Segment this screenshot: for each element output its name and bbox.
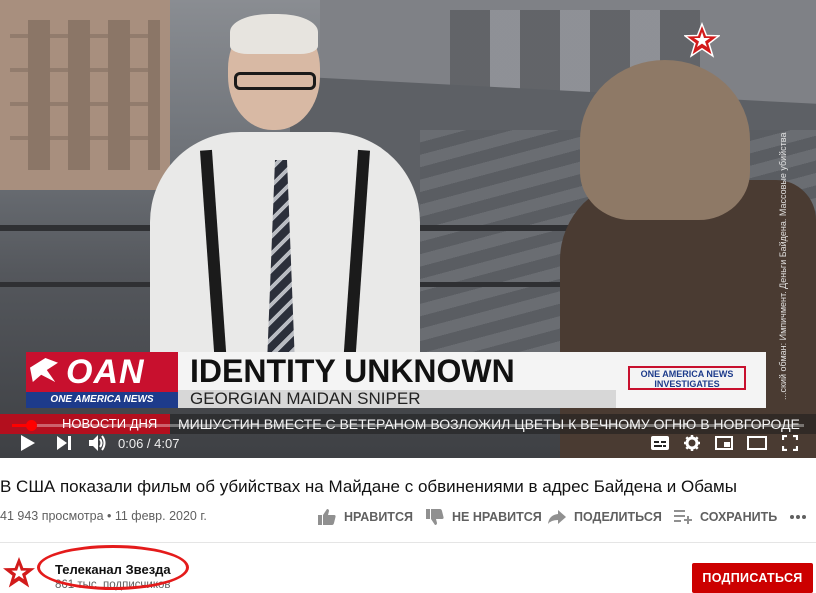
thumbs-up-icon bbox=[318, 509, 336, 525]
subscriber-count: 861 тыс. подписчиков bbox=[55, 579, 171, 591]
video-title: В США показали фильм об убийствах на Май… bbox=[0, 477, 737, 496]
fullscreen-icon bbox=[782, 435, 798, 451]
player-controls: 0:06 / 4:07 bbox=[0, 430, 816, 456]
like-label: НРАВИТСЯ bbox=[344, 510, 413, 524]
video-player[interactable]: ...ский обман: Импичмент. Деньги Байдена… bbox=[0, 0, 816, 458]
share-button[interactable]: ПОДЕЛИТЬСЯ bbox=[548, 505, 662, 529]
next-icon bbox=[57, 436, 71, 450]
oan-logo-text: OAN bbox=[66, 353, 145, 391]
video-meta: 41 943 просмотра • 11 февр. 2020 г. bbox=[0, 509, 207, 523]
subscribe-button[interactable]: ПОДПИСАТЬСЯ bbox=[692, 563, 813, 593]
thumbs-down-icon bbox=[426, 509, 444, 525]
video-subject-man bbox=[150, 10, 420, 392]
volume-icon bbox=[89, 435, 106, 451]
share-label: ПОДЕЛИТЬСЯ bbox=[574, 510, 662, 524]
share-icon bbox=[548, 510, 566, 524]
dislike-button[interactable]: НЕ НРАВИТСЯ bbox=[426, 505, 542, 529]
channel-side-caption: ...ский обман: Импичмент. Деньги Байдена… bbox=[778, 132, 788, 400]
more-actions-button[interactable] bbox=[790, 505, 814, 529]
theater-mode-button[interactable] bbox=[744, 432, 770, 454]
miniplayer-icon bbox=[715, 436, 733, 450]
show-badge-text: ONE AMERICA NEWS INVESTIGATES bbox=[628, 366, 746, 390]
mute-button[interactable] bbox=[86, 432, 110, 454]
playlist-add-icon bbox=[674, 510, 692, 524]
miniplayer-button[interactable] bbox=[712, 432, 736, 454]
section-divider bbox=[0, 542, 816, 543]
background-building-left bbox=[0, 0, 170, 190]
network-name: ONE AMERICA NEWS bbox=[26, 392, 178, 408]
theater-icon bbox=[747, 436, 767, 450]
settings-icon bbox=[684, 435, 700, 451]
like-button[interactable]: НРАВИТСЯ bbox=[318, 505, 413, 529]
progress-bar[interactable] bbox=[12, 420, 804, 431]
eagle-icon bbox=[30, 358, 58, 382]
play-button[interactable] bbox=[16, 432, 40, 454]
fullscreen-button[interactable] bbox=[778, 432, 802, 454]
lower-third-subheadline: GEORGIAN MAIDAN SNIPER bbox=[178, 390, 616, 408]
channel-avatar[interactable] bbox=[2, 556, 36, 590]
oan-logo: OAN ONE AMERICA NEWS bbox=[26, 352, 178, 408]
lower-third-headline: IDENTITY UNKNOWN bbox=[178, 352, 616, 390]
subtitles-icon bbox=[651, 436, 669, 450]
dislike-label: НЕ НРАВИТСЯ bbox=[452, 510, 542, 524]
save-button[interactable]: СОХРАНИТЬ bbox=[674, 505, 777, 529]
next-button[interactable] bbox=[52, 432, 76, 454]
more-icon bbox=[790, 515, 806, 519]
settings-button[interactable] bbox=[680, 432, 704, 454]
channel-name[interactable]: Телеканал Звезда bbox=[55, 562, 171, 577]
time-display: 0:06 / 4:07 bbox=[118, 436, 180, 451]
show-badge: ONE AMERICA NEWS INVESTIGATES bbox=[616, 352, 766, 408]
play-icon bbox=[21, 435, 35, 451]
zvezda-star-icon bbox=[684, 22, 720, 58]
subtitles-button[interactable] bbox=[648, 432, 672, 454]
save-label: СОХРАНИТЬ bbox=[700, 510, 778, 524]
